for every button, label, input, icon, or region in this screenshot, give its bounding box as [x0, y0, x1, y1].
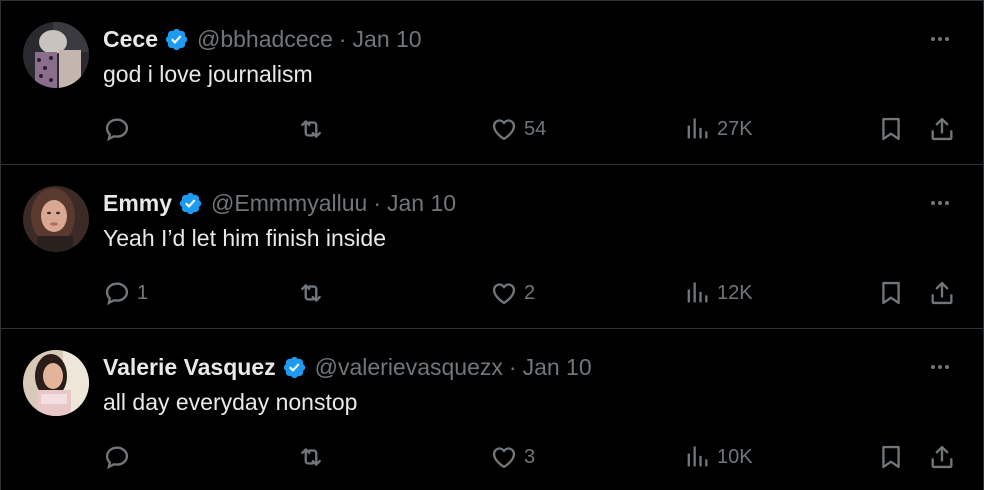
retweet-button[interactable] — [297, 275, 331, 311]
bookmark-icon — [877, 443, 905, 471]
like-button[interactable]: 3 — [490, 439, 535, 475]
avatar[interactable] — [23, 22, 89, 88]
reply-button[interactable] — [103, 111, 137, 147]
avatar-image — [23, 22, 89, 88]
retweet-icon — [297, 443, 325, 471]
like-count: 2 — [524, 281, 536, 304]
tweet-date[interactable]: Jan 10 — [353, 26, 422, 53]
views-icon — [683, 115, 711, 143]
tweet[interactable]: Valerie Vasquez @valerievasquezx · Jan 1… — [0, 329, 984, 490]
share-button[interactable] — [928, 111, 956, 147]
share-icon — [928, 443, 956, 471]
display-name[interactable]: Cece — [103, 26, 158, 53]
like-count: 54 — [524, 117, 547, 140]
share-icon — [928, 115, 956, 143]
tweet-header: Cece @bbhadcece · Jan 10 — [103, 23, 422, 55]
display-name[interactable]: Valerie Vasquez — [103, 354, 276, 381]
bookmark-icon — [877, 279, 905, 307]
like-button[interactable]: 54 — [490, 111, 546, 147]
retweet-button[interactable] — [297, 439, 331, 475]
bookmark-button[interactable] — [877, 439, 905, 475]
tweet[interactable]: Cece @bbhadcece · Jan 10 god i love jour… — [0, 1, 984, 165]
reply-button[interactable] — [103, 439, 137, 475]
share-icon — [928, 279, 956, 307]
reply-icon — [103, 279, 131, 307]
reply-icon — [103, 115, 131, 143]
views-icon — [683, 279, 711, 307]
tweet-header: Valerie Vasquez @valerievasquezx · Jan 1… — [103, 351, 592, 383]
share-button[interactable] — [928, 439, 956, 475]
separator: · — [373, 189, 381, 216]
tweet[interactable]: Emmy @Emmmyalluu · Jan 10 Yeah I’d let h… — [0, 165, 984, 329]
avatar[interactable] — [23, 186, 89, 252]
more-options-icon[interactable] — [925, 25, 955, 53]
bookmark-button[interactable] — [877, 275, 905, 311]
view-count: 10K — [717, 445, 753, 468]
avatar-image — [23, 186, 89, 252]
tweet-text: Yeah I’d let him finish inside — [103, 225, 386, 251]
more-options-icon[interactable] — [925, 353, 955, 381]
tweet-actions: 3 10K — [1, 439, 984, 475]
verified-badge-icon[interactable] — [282, 355, 307, 380]
reply-button[interactable]: 1 — [103, 275, 148, 311]
views-button[interactable]: 27K — [683, 111, 753, 147]
tweet-date[interactable]: Jan 10 — [387, 190, 456, 217]
like-button[interactable]: 2 — [490, 275, 535, 311]
separator: · — [508, 353, 517, 380]
bookmark-button[interactable] — [877, 111, 905, 147]
separator: · — [338, 25, 347, 52]
like-count: 3 — [524, 445, 536, 468]
views-button[interactable]: 12K — [683, 275, 753, 311]
retweet-icon — [297, 115, 325, 143]
view-count: 12K — [717, 281, 753, 304]
views-button[interactable]: 10K — [683, 439, 753, 475]
views-icon — [683, 443, 711, 471]
display-name[interactable]: Emmy — [103, 190, 172, 217]
bookmark-icon — [877, 115, 905, 143]
tweet-date[interactable]: Jan 10 — [523, 354, 592, 381]
tweet-header: Emmy @Emmmyalluu · Jan 10 — [103, 187, 456, 219]
tweet-text: god i love journalism — [103, 61, 313, 87]
user-handle[interactable]: @valerievasquezx — [315, 354, 503, 381]
retweet-icon — [297, 279, 325, 307]
tweet-actions: 1 2 12K — [1, 275, 984, 311]
tweet-actions: 54 27K — [1, 111, 984, 147]
tweet-text: all day everyday nonstop — [103, 389, 358, 415]
more-options-icon[interactable] — [925, 189, 955, 217]
avatar[interactable] — [23, 350, 89, 416]
verified-badge-icon[interactable] — [164, 27, 189, 52]
verified-badge-icon[interactable] — [178, 191, 203, 216]
like-icon — [490, 279, 518, 307]
retweet-button[interactable] — [297, 111, 331, 147]
user-handle[interactable]: @Emmmyalluu — [211, 190, 367, 217]
avatar-image — [23, 350, 89, 416]
reply-count: 1 — [137, 281, 149, 304]
like-icon — [490, 443, 518, 471]
reply-icon — [103, 443, 131, 471]
timeline-feed: Cece @bbhadcece · Jan 10 god i love jour… — [0, 0, 984, 490]
like-icon — [490, 115, 518, 143]
share-button[interactable] — [928, 275, 956, 311]
user-handle[interactable]: @bbhadcece — [197, 26, 333, 53]
view-count: 27K — [717, 117, 753, 140]
